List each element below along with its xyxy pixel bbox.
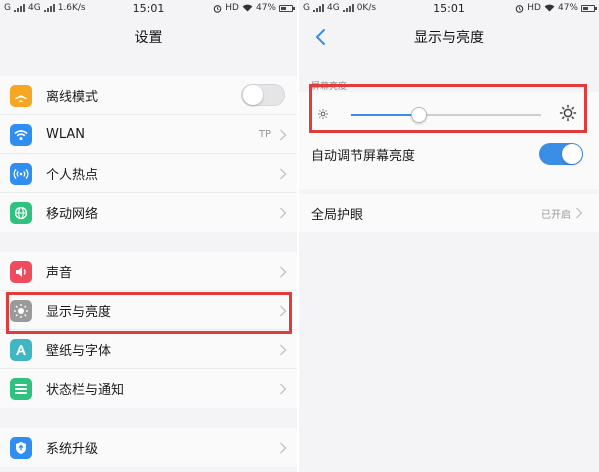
settings-item-label: 离线模式 — [46, 89, 99, 105]
settings-item-label: 状态栏与通知 — [46, 383, 125, 398]
display-brightness-screen: G 4G 0K/s 15:01 HD 47% 显示与亮度 屏幕亮度 自动调节屏幕… — [299, 0, 599, 472]
back-arrow-icon[interactable] — [311, 25, 331, 49]
brightness-high-icon — [559, 104, 577, 122]
settings-item-label: 系统升级 — [46, 442, 99, 457]
auto-brightness-row[interactable]: 自动调节屏幕亮度 — [299, 138, 599, 171]
brightness-low-icon — [318, 109, 328, 119]
settings-group-system: 系统升级 — [0, 428, 297, 467]
settings-item-statusbar-notifications[interactable]: 状态栏与通知 — [0, 369, 297, 408]
page-title: 显示与亮度 — [414, 30, 484, 46]
hotspot-icon — [10, 163, 32, 185]
settings-item-display-brightness[interactable]: 显示与亮度 — [0, 291, 297, 330]
settings-item-label: 壁纸与字体 — [46, 343, 112, 359]
airplane-mode-toggle[interactable] — [241, 84, 285, 106]
brightness-section-label: 屏幕亮度 — [311, 82, 348, 92]
settings-item-wlan[interactable]: WLAN TP — [0, 115, 297, 154]
brightness-group: 自动调节屏幕亮度 — [299, 92, 599, 189]
eye-care-label: 全局护眼 — [311, 207, 364, 223]
settings-item-label: 声音 — [46, 265, 73, 281]
auto-brightness-toggle[interactable] — [539, 143, 583, 165]
battery-icon — [279, 4, 295, 12]
nav-bar: 设置 — [0, 18, 297, 56]
auto-brightness-label: 自动调节屏幕亮度 — [311, 149, 416, 164]
settings-group-network: 离线模式 WLAN TP 个人热点 移动网络 — [0, 76, 297, 232]
brightness-slider[interactable] — [351, 107, 541, 123]
hd-label: HD — [225, 3, 239, 13]
wifi-icon — [10, 124, 32, 146]
brightness-slider-thumb[interactable] — [411, 107, 428, 123]
eye-care-status: 已开启 — [541, 209, 571, 221]
list-icon — [10, 378, 32, 400]
alarm-icon — [213, 4, 222, 13]
nav-bar: 显示与亮度 — [299, 18, 599, 56]
settings-item-sound[interactable]: 声音 — [0, 252, 297, 291]
settings-item-wallpaper-font[interactable]: 壁纸与字体 — [0, 330, 297, 369]
chevron-right-icon — [280, 168, 287, 180]
wifi-status-icon — [544, 4, 555, 12]
airplane-icon — [10, 85, 32, 107]
chevron-right-icon — [280, 344, 287, 356]
globe-icon — [10, 202, 32, 224]
hd-label: HD — [527, 3, 541, 13]
brightness-slider-row — [299, 92, 599, 138]
page-title: 设置 — [134, 30, 163, 46]
settings-group-personalization: 声音 显示与亮度 壁纸与字体 状态栏与通知 — [0, 252, 297, 408]
chevron-right-icon — [280, 266, 287, 278]
settings-item-label: WLAN — [46, 126, 86, 142]
battery-percent: 47% — [255, 3, 276, 13]
battery-icon — [581, 4, 597, 12]
settings-item-label: 显示与亮度 — [46, 304, 112, 320]
settings-item-label: 移动网络 — [46, 207, 99, 222]
font-icon — [10, 339, 32, 361]
status-bar: G 4G 1.6K/s 15:01 HD 47% — [0, 0, 297, 18]
chevron-right-icon — [280, 207, 287, 219]
chevron-right-icon — [576, 207, 583, 219]
settings-screen: G 4G 1.6K/s 15:01 HD 47% 设置 离线模式 WLAN TP… — [0, 0, 297, 472]
status-bar: G 4G 0K/s 15:01 HD 47% — [299, 0, 599, 18]
chevron-right-icon — [280, 305, 287, 317]
eye-care-group: 全局护眼 已开启 — [299, 194, 599, 232]
upgrade-icon — [10, 437, 32, 459]
settings-item-airplane-mode[interactable]: 离线模式 — [0, 76, 297, 115]
settings-item-hotspot[interactable]: 个人热点 — [0, 154, 297, 193]
battery-percent: 47% — [557, 3, 578, 13]
chevron-right-icon — [280, 129, 287, 141]
speaker-icon — [10, 261, 32, 283]
sun-icon — [10, 300, 32, 322]
settings-item-system-upgrade[interactable]: 系统升级 — [0, 428, 297, 467]
chevron-right-icon — [280, 442, 287, 454]
alarm-icon — [515, 4, 524, 13]
settings-item-mobile-network[interactable]: 移动网络 — [0, 193, 297, 232]
settings-item-label: 个人热点 — [46, 167, 99, 183]
wlan-network-name: TP — [258, 128, 271, 140]
eye-care-row[interactable]: 全局护眼 已开启 — [299, 194, 599, 232]
brightness-slider-fill — [351, 114, 420, 116]
wifi-status-icon — [242, 4, 253, 12]
chevron-right-icon — [280, 383, 287, 395]
